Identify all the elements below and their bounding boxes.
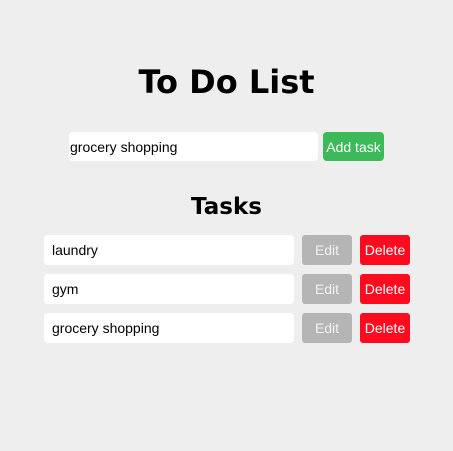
delete-task-button[interactable]: Delete — [360, 235, 410, 265]
add-task-button[interactable]: Add task — [323, 132, 384, 161]
delete-task-button[interactable]: Delete — [360, 274, 410, 304]
edit-task-button[interactable]: Edit — [302, 313, 352, 343]
task-row: laundry Edit Delete — [44, 235, 410, 265]
task-text: gym — [44, 274, 294, 304]
edit-task-button[interactable]: Edit — [302, 235, 352, 265]
edit-task-button[interactable]: Edit — [302, 274, 352, 304]
new-task-input[interactable] — [69, 132, 318, 161]
delete-task-button[interactable]: Delete — [360, 313, 410, 343]
task-row: gym Edit Delete — [44, 274, 410, 304]
task-row: grocery shopping Edit Delete — [44, 313, 410, 343]
task-text: grocery shopping — [44, 313, 294, 343]
tasks-heading: Tasks — [191, 194, 262, 220]
page-title: To Do List — [138, 63, 315, 101]
task-text: laundry — [44, 235, 294, 265]
